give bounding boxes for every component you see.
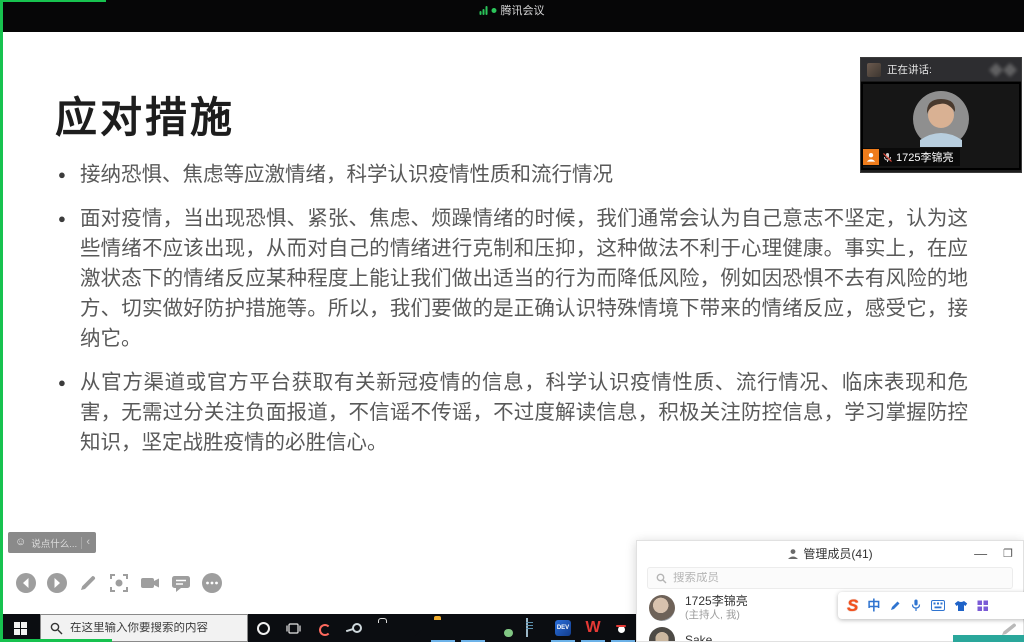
speaker-video-panel[interactable]: 正在讲话: 1725李锦亮 bbox=[860, 57, 1022, 173]
muted-mic-icon bbox=[882, 152, 893, 163]
quick-chat-pill[interactable]: ☺ 说点什么... ‹ bbox=[8, 532, 96, 553]
more-button[interactable] bbox=[201, 572, 223, 594]
bullet-text: 接纳恐惧、焦虑等应激情绪，科学认识疫情性质和流行情况 bbox=[80, 160, 968, 190]
sticky-notes-icon[interactable] bbox=[398, 614, 428, 642]
speaker-thumbnail-icon bbox=[867, 63, 881, 77]
member-name: Sake bbox=[685, 634, 712, 642]
members-icon bbox=[787, 548, 799, 560]
camera-button[interactable] bbox=[139, 572, 161, 594]
speaker-video-feed[interactable]: 1725李锦亮 bbox=[861, 82, 1021, 170]
slide-bullet: ● 从官方渠道或官方平台获取有关新冠疫情的信息，科学认识疫情性质、流行情况、临床… bbox=[58, 368, 968, 458]
search-icon bbox=[50, 622, 63, 635]
minimize-button[interactable]: — bbox=[974, 546, 987, 561]
member-management-panel: 管理成员(41) — ❐ 1725李锦亮 (主持人, 我) Sake bbox=[636, 540, 1024, 642]
sogou-ime-bar[interactable]: S 中 bbox=[838, 592, 1024, 619]
member-name: 1725李锦亮 bbox=[685, 595, 748, 608]
task-view-button[interactable] bbox=[278, 614, 308, 642]
member-panel-title: 管理成员(41) bbox=[803, 545, 872, 562]
slide-bullet: ● 面对疫情，当出现恐惧、紧张、焦虑、烦躁情绪的时候，我们通常会认为自己意志不坚… bbox=[58, 204, 968, 354]
ime-pen-icon[interactable] bbox=[889, 600, 901, 612]
sogou-logo-icon[interactable]: S bbox=[847, 597, 858, 614]
slide-title: 应对措施 bbox=[55, 84, 235, 145]
screenshare-border-top bbox=[0, 0, 106, 2]
share-toolbar bbox=[15, 572, 223, 594]
task-view-icon bbox=[286, 622, 301, 635]
member-panel-titlebar[interactable]: 管理成员(41) — ❐ bbox=[637, 541, 1023, 566]
taskbar-search-input[interactable] bbox=[70, 622, 238, 634]
member-search-input[interactable] bbox=[673, 572, 1004, 584]
background-window-edge bbox=[953, 635, 1024, 642]
ime-skin-icon[interactable] bbox=[954, 600, 968, 612]
bullet-text: 从官方渠道或官方平台获取有关新冠疫情的信息，科学认识疫情性质、流行情况、临床表现… bbox=[80, 368, 968, 458]
windows-logo-icon bbox=[14, 622, 27, 635]
slide-bullet: ● 接纳恐惧、焦虑等应激情绪，科学认识疫情性质和流行情况 bbox=[58, 160, 968, 190]
file-explorer-icon[interactable] bbox=[428, 614, 458, 642]
chat-placeholder[interactable]: 说点什么... bbox=[31, 536, 77, 550]
meeting-status-pill[interactable]: 腾讯会议 bbox=[480, 2, 545, 18]
microsoft-store-icon[interactable] bbox=[368, 614, 398, 642]
taskbar-search-box[interactable] bbox=[40, 614, 248, 642]
ime-keyboard-icon[interactable] bbox=[931, 600, 945, 611]
ime-voice-icon[interactable] bbox=[910, 599, 922, 612]
chinese-mode-icon[interactable]: 中 bbox=[867, 599, 880, 612]
speaker-name: 1725李锦亮 bbox=[896, 149, 953, 165]
window-controls: — ❐ bbox=[974, 541, 1013, 566]
next-slide-button[interactable] bbox=[46, 572, 68, 594]
member-search-box[interactable] bbox=[647, 567, 1013, 589]
screenshare-border-left bbox=[0, 0, 3, 642]
chat-button[interactable] bbox=[170, 572, 192, 594]
qq-icon[interactable] bbox=[608, 614, 638, 642]
network-signal-icon bbox=[480, 6, 488, 15]
emoji-icon[interactable]: ☺ bbox=[15, 537, 26, 548]
wps-icon[interactable]: W bbox=[578, 614, 608, 642]
start-button[interactable] bbox=[0, 614, 40, 642]
bullet-text: 面对疫情，当出现恐惧、紧张、焦虑、烦躁情绪的时候，我们通常会认为自己意志不坚定，… bbox=[80, 204, 968, 354]
screenshot-button[interactable] bbox=[108, 572, 130, 594]
chat-pill-divider bbox=[81, 537, 82, 549]
wechat-icon[interactable] bbox=[488, 614, 518, 642]
annotate-pencil-button[interactable] bbox=[77, 572, 99, 594]
notepad-icon[interactable] bbox=[518, 614, 548, 642]
meeting-app-label: 腾讯会议 bbox=[501, 2, 545, 18]
cortana-icon bbox=[257, 622, 270, 635]
speaker-name-bar: 1725李锦亮 bbox=[863, 148, 960, 166]
dev-cpp-icon[interactable]: DEV bbox=[548, 614, 578, 642]
member-role: (主持人, 我) bbox=[685, 609, 748, 621]
bullet-dot-icon: ● bbox=[58, 160, 80, 190]
speaker-panel-header: 正在讲话: bbox=[861, 58, 1021, 82]
search-icon bbox=[656, 573, 667, 584]
member-avatar bbox=[649, 627, 675, 642]
ime-toolbox-icon[interactable] bbox=[977, 600, 989, 612]
speaker-avatar bbox=[912, 90, 970, 148]
edge-icon[interactable] bbox=[458, 614, 488, 642]
red-circle-app-icon[interactable] bbox=[308, 614, 338, 642]
layout-switch-icons[interactable] bbox=[991, 65, 1015, 75]
speaking-label: 正在讲话: bbox=[887, 62, 932, 77]
screen: 腾讯会议 应对措施 ● 接纳恐惧、焦虑等应激情绪，科学认识疫情性质和流行情况 ●… bbox=[0, 0, 1024, 642]
bullet-dot-icon: ● bbox=[58, 204, 80, 354]
host-badge-icon bbox=[863, 149, 879, 165]
cortana-button[interactable] bbox=[248, 614, 278, 642]
collapse-chevron-icon[interactable]: ‹ bbox=[86, 537, 90, 548]
steam-icon[interactable] bbox=[338, 614, 368, 642]
meeting-topbar: 腾讯会议 bbox=[0, 0, 1024, 32]
previous-slide-button[interactable] bbox=[15, 572, 37, 594]
member-avatar bbox=[649, 595, 675, 621]
slide-bullet-list: ● 接纳恐惧、焦虑等应激情绪，科学认识疫情性质和流行情况 ● 面对疫情，当出现恐… bbox=[58, 160, 968, 472]
recording-dot-icon bbox=[492, 8, 497, 13]
bullet-dot-icon: ● bbox=[58, 368, 80, 458]
maximize-button[interactable]: ❐ bbox=[1003, 547, 1013, 560]
